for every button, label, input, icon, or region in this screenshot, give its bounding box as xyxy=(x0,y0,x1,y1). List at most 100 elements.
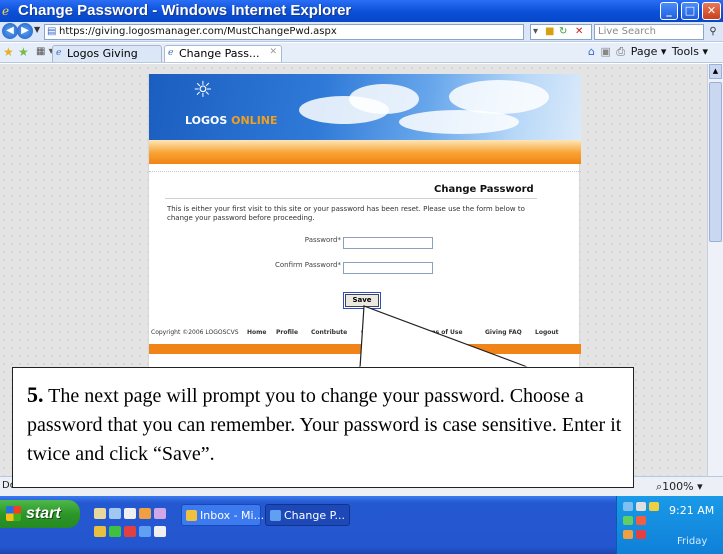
url-text: https://giving.logosmanager.com/MustChan… xyxy=(59,26,337,37)
copyright-text: Copyright ©2006 LOGOSCVS xyxy=(151,329,239,336)
footer-link-contribute[interactable]: Contribute xyxy=(311,329,347,336)
back-icon[interactable]: ◀ xyxy=(2,23,18,39)
print-icon[interactable]: ⎙ xyxy=(616,45,625,58)
step-number: 5. xyxy=(27,382,44,407)
zoom-level[interactable]: ⌕100% ▾ xyxy=(656,480,703,494)
tab-label: Logos Giving xyxy=(67,47,138,60)
quicklaunch-icon[interactable] xyxy=(124,508,136,519)
tray-icon[interactable] xyxy=(636,502,646,511)
home-icon[interactable]: ⌂ xyxy=(588,45,595,58)
tab-page-icon: ℯ xyxy=(168,48,174,58)
clock[interactable]: 9:21 AM xyxy=(669,504,714,517)
quicklaunch-icon[interactable] xyxy=(109,526,121,537)
cloud-shape xyxy=(349,84,419,114)
instruction-text: The next page will prompt you to change … xyxy=(27,385,622,465)
confirm-password-field[interactable] xyxy=(343,262,433,274)
minimize-button[interactable]: _ xyxy=(660,2,678,20)
tray-icon[interactable] xyxy=(623,516,633,525)
quick-tabs-icon[interactable]: ▦ ▾ xyxy=(36,46,54,57)
quicklaunch-icon[interactable] xyxy=(124,526,136,537)
command-bar: ⌂ ▣ ⎙ Page ▾ Tools ▾ xyxy=(586,45,708,59)
url-dropdown-icon[interactable]: ▾ xyxy=(533,26,538,37)
footer-nav: Copyright ©2006 LOGOSCVS Home Profile Co… xyxy=(149,326,581,340)
start-button[interactable]: start xyxy=(0,500,80,528)
site-logo[interactable]: LOGOS ONLINE xyxy=(185,114,278,127)
ie-icon: ℯ xyxy=(2,4,10,18)
network-icon[interactable] xyxy=(623,502,633,511)
password-field[interactable] xyxy=(343,237,433,249)
taskbar: start Inbox - Mi... Change P... 9:21 AM … xyxy=(0,496,723,554)
divider xyxy=(149,164,581,172)
url-field[interactable]: ▤ https://giving.logosmanager.com/MustCh… xyxy=(44,24,524,40)
history-dropdown-icon[interactable]: ▼ xyxy=(34,25,40,34)
forward-icon[interactable]: ▶ xyxy=(17,23,33,39)
sun-logo-icon: ☼ xyxy=(193,78,213,103)
footer-link-logout[interactable]: Logout xyxy=(535,329,559,336)
footer-link-profile[interactable]: Profile xyxy=(276,329,298,336)
start-label: start xyxy=(26,505,61,522)
add-favorites-icon[interactable]: ★ xyxy=(18,45,29,59)
footer-link-partial[interactable]: G xyxy=(361,329,366,336)
search-input[interactable]: Live Search xyxy=(594,24,704,40)
orange-band xyxy=(149,140,581,164)
scroll-thumb[interactable] xyxy=(709,82,722,242)
tools-menu[interactable]: Tools ▾ xyxy=(672,45,708,58)
quicklaunch-icon[interactable] xyxy=(139,508,151,519)
ie-icon xyxy=(270,510,281,521)
tray-icon[interactable] xyxy=(623,530,633,539)
tray-icon[interactable] xyxy=(636,530,646,539)
footer-band xyxy=(149,344,581,354)
instruction-callout: 5. The next page will prompt you to chan… xyxy=(12,367,634,488)
window-title: Change Password - Windows Internet Explo… xyxy=(18,2,352,19)
address-bar: ◀ ▶ ▼ ▤ https://giving.logosmanager.com/… xyxy=(0,22,723,42)
close-button[interactable]: ✕ xyxy=(702,2,721,20)
outlook-icon xyxy=(186,510,197,521)
vertical-scrollbar[interactable]: ▲ xyxy=(707,64,723,476)
tab-close-icon[interactable]: ✕ xyxy=(269,47,277,57)
cloud-shape xyxy=(449,80,549,114)
task-label: Inbox - Mi... xyxy=(200,509,265,522)
maximize-button[interactable]: □ xyxy=(681,2,699,20)
lock-icon[interactable]: ■ xyxy=(545,26,554,37)
task-label: Change P... xyxy=(284,509,346,522)
divider xyxy=(165,198,537,199)
stop-icon[interactable]: ✕ xyxy=(575,26,583,37)
tray-icon[interactable] xyxy=(636,516,646,525)
page-icon: ▤ xyxy=(47,26,57,37)
cloud-shape xyxy=(399,110,519,134)
quicklaunch-icon[interactable] xyxy=(154,508,166,519)
site-banner: ☼ LOGOS ONLINE xyxy=(149,74,581,140)
footer-link-home[interactable]: Home xyxy=(247,329,266,336)
tab-bar: ★ ★ ▦ ▾ ℯ Logos Giving ℯ Change Pass... … xyxy=(0,43,723,63)
quicklaunch-icon[interactable] xyxy=(109,508,121,519)
day-label: Friday xyxy=(677,536,708,547)
address-tools: ▾ ■ ↻ ✕ xyxy=(530,24,592,40)
page-title: Change Password xyxy=(434,184,534,195)
search-icon[interactable]: ⚲ xyxy=(705,24,721,40)
footer-link-faq[interactable]: Giving FAQ xyxy=(485,329,522,336)
logo-accent: ONLINE xyxy=(231,114,278,127)
favorites-star-icon[interactable]: ★ xyxy=(3,45,14,59)
windows-logo-icon xyxy=(6,506,21,521)
save-button[interactable]: Save xyxy=(343,292,381,309)
system-tray: 9:21 AM Friday xyxy=(616,496,723,554)
tray-icon[interactable] xyxy=(649,502,659,511)
quicklaunch-icon[interactable] xyxy=(94,508,106,519)
scroll-up-icon[interactable]: ▲ xyxy=(709,64,722,79)
tab-logos-giving[interactable]: ℯ Logos Giving xyxy=(52,45,162,62)
quicklaunch-icon[interactable] xyxy=(139,526,151,537)
zoom-value: 100% xyxy=(662,480,694,493)
logo-main: LOGOS xyxy=(185,114,228,127)
web-page: ☼ LOGOS ONLINE Change Password This is e… xyxy=(148,74,581,374)
refresh-icon[interactable]: ↻ xyxy=(559,26,567,37)
taskbar-item-change-password[interactable]: Change P... xyxy=(265,504,350,526)
window-title-bar[interactable]: ℯ Change Password - Windows Internet Exp… xyxy=(0,0,723,22)
feeds-icon[interactable]: ▣ xyxy=(600,45,610,58)
taskbar-item-inbox[interactable]: Inbox - Mi... xyxy=(181,504,265,526)
quicklaunch-icon[interactable] xyxy=(94,526,106,537)
footer-link-terms[interactable]: Terms of Use xyxy=(419,329,463,336)
confirm-password-label: Confirm Password* xyxy=(274,261,341,269)
page-menu[interactable]: Page ▾ xyxy=(631,45,667,58)
quicklaunch-icon[interactable] xyxy=(154,526,166,537)
tab-change-password[interactable]: ℯ Change Pass... ✕ xyxy=(164,45,282,62)
